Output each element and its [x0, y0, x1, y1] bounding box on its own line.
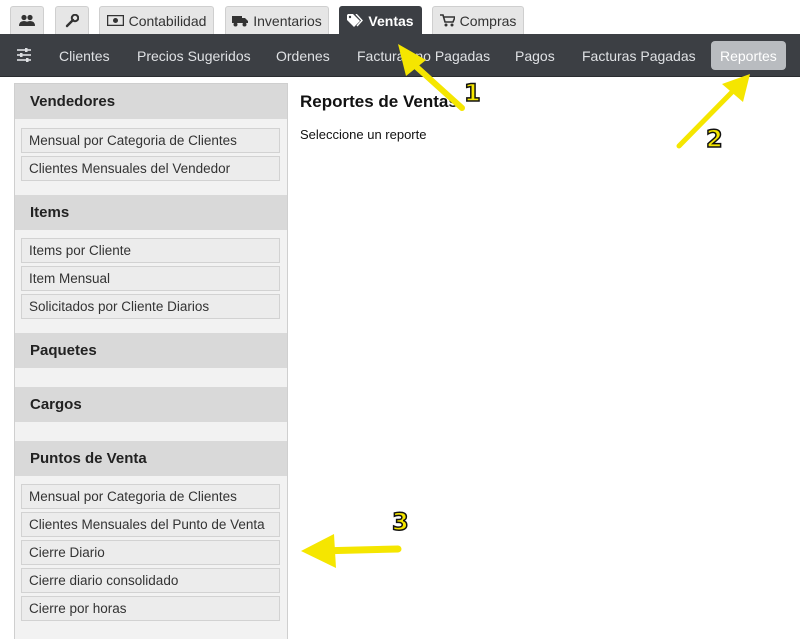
annotation-number-1: 1	[463, 78, 481, 108]
section-header-puntos-de-venta: Puntos de Venta	[15, 441, 287, 476]
top-tab-bar: Contabilidad Inventarios Ventas Compras	[0, 0, 800, 34]
tab-label: Inventarios	[253, 12, 322, 29]
report-item[interactable]: Cierre por horas	[21, 596, 280, 621]
tab-settings[interactable]	[55, 6, 89, 34]
report-item[interactable]: Items por Cliente	[21, 238, 280, 263]
section-header-items: Items	[15, 195, 287, 230]
section-header-vendedores: Vendedores	[15, 84, 287, 119]
nav-facturas-pagadas[interactable]: Facturas Pagadas	[582, 34, 696, 77]
users-icon	[19, 14, 35, 26]
report-item[interactable]: Mensual por Categoria de Clientes	[21, 484, 280, 509]
arrow-3	[301, 534, 402, 568]
report-item[interactable]: Clientes Mensuales del Punto de Venta	[21, 512, 280, 537]
report-item[interactable]: Item Mensual	[21, 266, 280, 291]
cart-icon	[439, 14, 455, 27]
nav-ordenes[interactable]: Ordenes	[276, 34, 330, 77]
report-item[interactable]: Clientes Mensuales del Vendedor	[21, 156, 280, 181]
tab-compras[interactable]: Compras	[432, 6, 524, 34]
tab-label: Contabilidad	[128, 12, 207, 29]
sliders-icon[interactable]	[16, 48, 32, 62]
reports-sidebar: Vendedores Mensual por Categoria de Clie…	[14, 83, 288, 639]
report-item[interactable]: Mensual por Categoria de Clientes	[21, 128, 280, 153]
tab-inventarios[interactable]: Inventarios	[225, 6, 329, 34]
money-icon	[106, 15, 124, 26]
tag-icon	[347, 14, 364, 27]
tab-ventas[interactable]: Ventas	[339, 6, 422, 34]
nav-facturas-no-pagadas[interactable]: Facturas no Pagadas	[357, 34, 490, 77]
tab-users[interactable]	[10, 6, 44, 34]
section-navbar: Clientes Precios Sugeridos Ordenes Factu…	[0, 34, 800, 77]
nav-precios-sugeridos[interactable]: Precios Sugeridos	[137, 34, 251, 77]
tab-contabilidad[interactable]: Contabilidad	[99, 6, 214, 34]
wrench-icon	[65, 13, 79, 27]
section-header-cargos: Cargos	[15, 387, 287, 422]
report-item[interactable]: Cierre diario consolidado	[21, 568, 280, 593]
nav-pagos[interactable]: Pagos	[515, 34, 555, 77]
truck-icon	[232, 15, 249, 26]
report-item[interactable]: Cierre Diario	[21, 540, 280, 565]
annotation-number-3: 3	[391, 507, 409, 537]
page-subtitle: Seleccione un reporte	[300, 127, 427, 142]
nav-reportes[interactable]: Reportes	[711, 41, 786, 70]
annotation-number-2: 2	[705, 124, 723, 154]
tab-label: Compras	[459, 12, 517, 29]
page-title: Reportes de Ventas	[300, 92, 458, 111]
tab-label: Ventas	[368, 12, 414, 29]
section-header-paquetes: Paquetes	[15, 333, 287, 368]
report-item[interactable]: Solicitados por Cliente Diarios	[21, 294, 280, 319]
nav-clientes[interactable]: Clientes	[59, 34, 110, 77]
